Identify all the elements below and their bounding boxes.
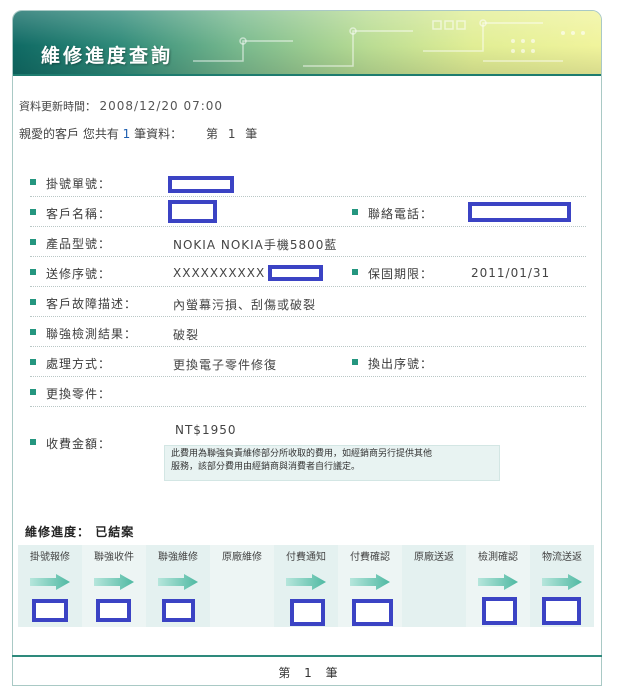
update-time: 資料更新時間： 2008/12/20 07:00 xyxy=(19,99,224,113)
step-9: 物流送返 xyxy=(530,545,594,627)
test-result-value: 破裂 xyxy=(173,328,200,342)
row-parts: 更換零件： xyxy=(30,377,586,407)
step-8: 檢測確認 xyxy=(466,545,530,627)
fault-value: 內螢幕污損、刮傷或破裂 xyxy=(173,298,317,312)
fee-value: NT$1950 xyxy=(175,423,237,437)
record-summary: 親愛的客戶 您共有 1 筆資料： 第 1 筆 xyxy=(19,127,258,141)
redacted-step-date xyxy=(162,599,195,622)
square-bullet-icon xyxy=(30,179,36,185)
record-count: 1 xyxy=(122,127,131,141)
redacted-serial-suffix xyxy=(268,265,323,281)
step-1: 掛號報修 xyxy=(18,545,82,627)
row-fault: 客戶故障描述： 內螢幕污損、刮傷或破裂 xyxy=(30,287,586,317)
step-7: 原廠送返 xyxy=(402,545,466,627)
square-bullet-icon xyxy=(30,209,36,215)
redacted-step-date xyxy=(352,599,393,626)
square-bullet-icon xyxy=(352,209,358,215)
redacted-step-date xyxy=(542,597,581,625)
page-number: 1 xyxy=(304,666,314,680)
step-6: 付費確認 xyxy=(338,545,402,627)
square-bullet-icon xyxy=(30,269,36,275)
warranty-value: 2011/01/31 xyxy=(471,266,551,280)
progress-heading: 維修進度： 已結案 xyxy=(25,525,135,539)
square-bullet-icon xyxy=(30,299,36,305)
redacted-ticket-no xyxy=(168,176,234,193)
right-arrow-icon xyxy=(30,574,70,590)
update-time-value: 2008/12/20 07:00 xyxy=(99,99,224,113)
square-bullet-icon xyxy=(30,389,36,395)
square-bullet-icon xyxy=(30,359,36,365)
model-value: NOKIA NOKIA手機5800藍 xyxy=(173,238,338,252)
row-serial: 送修序號： XXXXXXXXXX 保固期限： 2011/01/31 xyxy=(30,257,586,287)
redacted-step-date xyxy=(96,599,131,622)
square-bullet-icon xyxy=(352,269,358,275)
handling-value: 更換電子零件修復 xyxy=(173,358,278,372)
redacted-step-date xyxy=(32,599,68,622)
square-bullet-icon xyxy=(352,359,358,365)
progress-steps: 掛號報修 聯強收件 聯強維修 原廠維修 付費通知 付費確認 原廠送返 檢測確認 … xyxy=(18,545,594,627)
row-customer: 客戶名稱： 聯絡電話： xyxy=(30,197,586,227)
redacted-step-date xyxy=(290,599,325,626)
right-arrow-icon xyxy=(94,574,134,590)
serial-value: XXXXXXXXXX xyxy=(173,266,266,280)
redacted-customer-name xyxy=(168,200,217,223)
redacted-phone xyxy=(468,202,571,222)
step-2: 聯強收件 xyxy=(82,545,146,627)
circuit-decoration-icon xyxy=(193,19,585,67)
step-4: 原廠維修 xyxy=(210,545,274,627)
row-handling: 處理方式： 更換電子零件修復 換出序號： xyxy=(30,347,586,377)
right-arrow-icon xyxy=(542,574,582,590)
right-arrow-icon xyxy=(350,574,390,590)
repair-detail-table: 掛號單號： 客戶名稱： 聯絡電話： 產品型號： NOKIA NOKIA手機580… xyxy=(30,167,586,477)
progress-state: 已結案 xyxy=(95,525,135,539)
pagination: 第 1 筆 xyxy=(278,666,340,680)
square-bullet-icon xyxy=(30,239,36,245)
right-arrow-icon xyxy=(478,574,518,590)
step-5: 付費通知 xyxy=(274,545,338,627)
fee-note: 此費用為聯強負責維修部分所收取的費用，如經銷商另行提供其他 服務，該部分費用由經… xyxy=(164,445,500,481)
right-arrow-icon xyxy=(286,574,326,590)
square-bullet-icon xyxy=(30,439,36,445)
square-bullet-icon xyxy=(30,329,36,335)
row-test-result: 聯強檢測結果： 破裂 xyxy=(30,317,586,347)
record-page-number: 1 xyxy=(227,127,236,141)
right-arrow-icon xyxy=(158,574,198,590)
page-title: 維修進度查詢 xyxy=(41,45,174,67)
row-model: 產品型號： NOKIA NOKIA手機5800藍 xyxy=(30,227,586,257)
redacted-step-date xyxy=(482,597,517,625)
step-3: 聯強維修 xyxy=(146,545,210,627)
row-ticket-no: 掛號單號： xyxy=(30,167,586,197)
